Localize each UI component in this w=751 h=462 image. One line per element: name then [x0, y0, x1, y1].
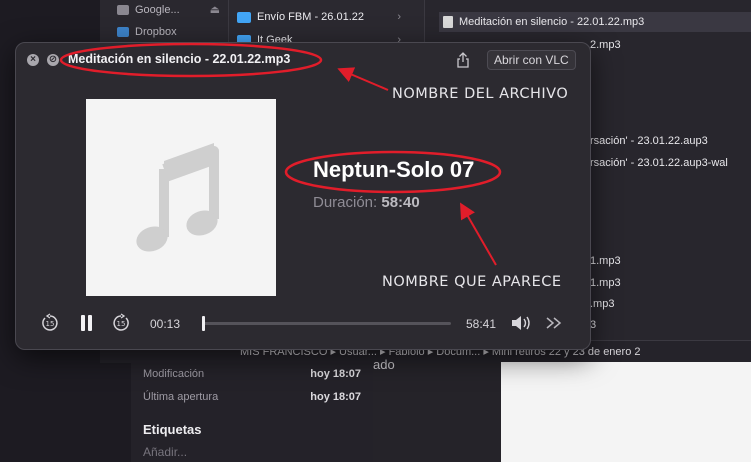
scrub-track[interactable] — [202, 322, 451, 325]
svg-text:15: 15 — [117, 320, 126, 328]
file-row[interactable]: 1.mp3 — [590, 277, 621, 289]
volume-icon[interactable] — [511, 315, 533, 336]
annotation-file-name: NOMBRE DEL ARCHIVO — [392, 86, 569, 102]
close-icon[interactable]: × — [27, 54, 39, 66]
tags-heading: Etiquetas — [143, 422, 202, 437]
file-row[interactable]: .mp3 — [590, 298, 614, 310]
total-time: 58:41 — [466, 317, 497, 331]
fast-forward-icon[interactable] — [545, 316, 563, 335]
album-art — [86, 99, 276, 296]
sidebar-item-google[interactable]: Google... ⏏ — [117, 3, 220, 16]
info-value: hoy 18:07 — [310, 368, 361, 380]
tags-input[interactable]: Añadir... — [143, 445, 187, 459]
file-row[interactable]: 1.mp3 — [590, 255, 621, 267]
pause-icon[interactable] — [80, 314, 94, 337]
duration: Duración: 58:40 — [313, 194, 420, 211]
info-label: Modificación — [143, 368, 205, 380]
svg-text:15: 15 — [46, 320, 55, 328]
skip-back-15-icon[interactable]: 15 — [40, 313, 60, 338]
elapsed-time: 00:13 — [150, 317, 181, 331]
chevron-right-icon: › — [397, 11, 401, 23]
file-row-selected[interactable]: Meditación en silencio - 22.01.22.mp3 — [439, 12, 751, 32]
window-title: Meditación en silencio - 22.01.22.mp3 — [68, 52, 291, 66]
file-name: 1.mp3 — [590, 277, 621, 289]
file-name: rsación' - 23.01.22.aup3-wal — [590, 157, 728, 169]
info-value: hoy 18:07 — [310, 391, 361, 403]
track-title: Neptun-Solo 07 — [313, 157, 475, 182]
finder-sidebar: Google... ⏏ Dropbox — [100, 0, 228, 46]
finder-column-strip: ado — [373, 357, 501, 462]
audio-file-icon — [443, 16, 453, 29]
duration-value: 58:40 — [381, 194, 420, 211]
sidebar-item-label: Google... — [135, 3, 180, 16]
info-row-modified: Modificación hoy 18:07 — [143, 368, 361, 380]
folder-icon — [237, 11, 251, 23]
partial-text: ado — [373, 357, 395, 372]
file-row[interactable]: rsación' - 23.01.22.aup3-wal — [590, 157, 728, 169]
scrub-handle[interactable] — [202, 316, 205, 331]
file-name: 1.mp3 — [590, 255, 621, 267]
file-name: 2.mp3 — [590, 39, 621, 51]
folder-row[interactable]: Envío FBM - 26.01.22 › — [237, 11, 417, 23]
sidebar-item-dropbox[interactable]: Dropbox — [117, 26, 177, 38]
file-name: rsación' - 23.01.22.aup3 — [590, 135, 708, 147]
eject-icon[interactable]: ⏏ — [210, 3, 220, 16]
open-with-button[interactable]: Abrir con VLC — [487, 50, 576, 70]
annotation-shown-name: NOMBRE QUE APARECE — [382, 274, 562, 290]
music-note-icon — [136, 143, 219, 252]
skip-forward-15-icon[interactable]: 15 — [111, 313, 131, 338]
sidebar-item-label: Dropbox — [135, 26, 177, 38]
folder-name: Envío FBM - 26.01.22 — [257, 11, 364, 23]
duration-label: Duración: — [313, 194, 378, 211]
file-row[interactable]: rsación' - 23.01.22.aup3 — [590, 135, 708, 147]
folder-icon — [117, 4, 129, 15]
file-row[interactable]: 2.mp3 — [590, 39, 621, 51]
finder-column-2: Envío FBM - 26.01.22 › It Geek › — [228, 0, 424, 46]
fullscreen-icon[interactable]: ⊘ — [47, 54, 59, 66]
info-row-opened: Última apertura hoy 18:07 — [143, 391, 361, 403]
info-label: Última apertura — [143, 391, 219, 403]
info-panel: Modificación hoy 18:07 Última apertura h… — [131, 362, 373, 462]
file-name: .mp3 — [590, 298, 615, 310]
file-name: Meditación en silencio - 22.01.22.mp3 — [459, 16, 645, 28]
share-icon[interactable] — [456, 52, 470, 68]
dropbox-icon — [117, 27, 129, 37]
